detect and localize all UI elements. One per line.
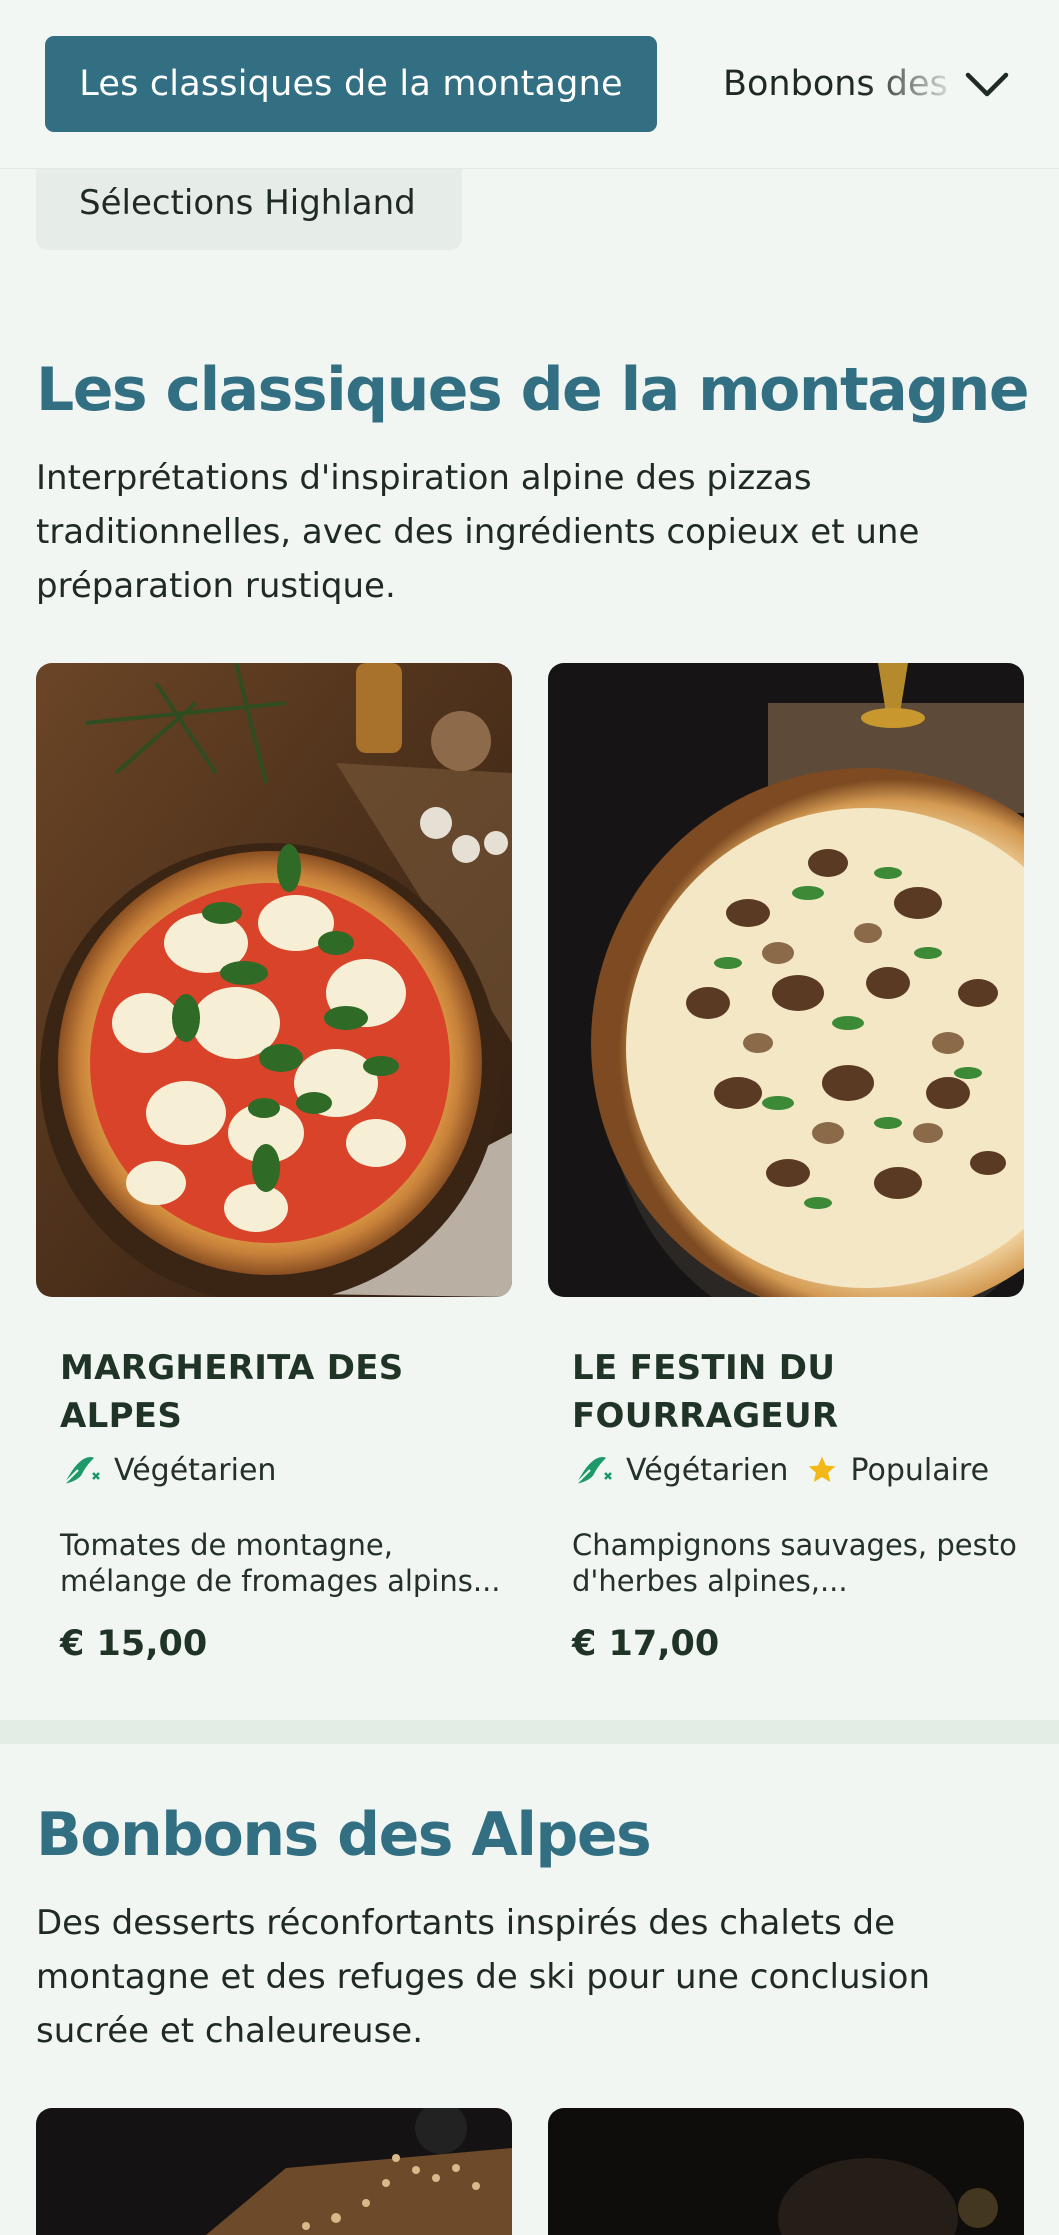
tab-bonbons-des-alpes[interactable]: Bonbons des Alpes: [723, 36, 953, 132]
vegetarian-icon: [575, 1456, 612, 1485]
section-description: Des desserts réconfortants inspirés des …: [36, 1903, 931, 2051]
tag-popular: Populaire: [806, 1453, 989, 1488]
vegetarian-icon: [63, 1456, 100, 1485]
tag-label: Populaire: [850, 1452, 990, 1488]
section-divider: [0, 1720, 1059, 1744]
item-price: € 17,00: [572, 1624, 720, 1664]
tag-label: Végétarien: [626, 1452, 789, 1488]
tab-les-classiques[interactable]: Les classiques de la montagne: [45, 36, 657, 132]
item-price: € 15,00: [60, 1624, 208, 1664]
chevron-down-icon[interactable]: [962, 60, 1012, 110]
item-name[interactable]: LE FESTIN DU FOURRAGEUR: [572, 1344, 992, 1440]
category-nav: Les classiques de la montagne Bonbons de…: [0, 0, 1059, 169]
item-description: Tomates de montagne, mélange de fromages…: [60, 1528, 501, 1598]
star-icon: [809, 1456, 836, 1482]
tag-label: Végétarien: [114, 1452, 277, 1488]
pizza-margherita-image[interactable]: [36, 663, 512, 1297]
item-tags: Végétarien Populaire: [572, 1452, 1007, 1488]
section-title: Bonbons des Alpes: [36, 1800, 652, 1870]
item-tags: Végétarien: [60, 1452, 294, 1488]
pizza-festin-fourrageur-image[interactable]: [548, 663, 1024, 1297]
section-description: Interprétations d'inspiration alpine des…: [36, 458, 920, 606]
dessert-image[interactable]: [36, 2108, 512, 2235]
tag-vegetarian: Végétarien: [572, 1452, 788, 1488]
section-title: Les classiques de la montagne: [36, 355, 1030, 425]
tag-vegetarian: Végétarien: [60, 1452, 276, 1488]
dessert-image[interactable]: [548, 2108, 1024, 2235]
item-name[interactable]: MARGHERITA DES ALPES: [60, 1344, 480, 1440]
item-description: Champignons sauvages, pesto d'herbes alp…: [572, 1528, 1017, 1598]
